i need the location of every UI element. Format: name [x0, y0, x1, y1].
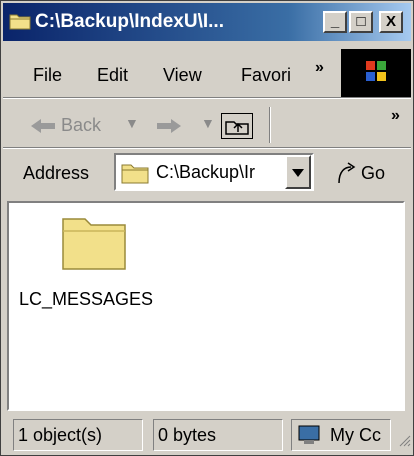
address-input[interactable]: C:\Backup\Ir — [114, 153, 314, 191]
resize-grip-icon[interactable] — [397, 433, 411, 447]
address-label: Address — [23, 163, 90, 183]
go-arrow-icon — [338, 162, 356, 184]
address-value: C:\Backup\Ir — [156, 162, 256, 182]
go-label: Go — [361, 163, 386, 183]
up-folder-icon — [225, 121, 249, 135]
address-dropdown-button[interactable] — [285, 155, 311, 189]
up-folder-button[interactable] — [221, 113, 253, 139]
window-title: C:\Backup\IndexU\I... — [35, 11, 224, 32]
menu-separator — [3, 97, 411, 99]
menu-file[interactable]: File — [33, 65, 62, 86]
my-computer-icon — [298, 425, 320, 444]
status-zone-label: My Cc — [330, 425, 381, 445]
menu-favorites[interactable]: Favori — [241, 65, 291, 86]
forward-dropdown-icon[interactable]: ▼ — [201, 115, 215, 131]
close-button[interactable]: X — [379, 11, 403, 33]
status-zone: My Cc — [291, 419, 391, 451]
menu-bar: File Edit View Favori » — [3, 43, 343, 89]
toolbar-divider — [269, 107, 271, 143]
status-bar: 1 object(s) 0 bytes My Cc — [3, 413, 411, 455]
file-list-pane[interactable]: LC_MESSAGES — [7, 201, 405, 411]
toolbar-separator — [3, 147, 411, 149]
back-dropdown-icon[interactable]: ▼ — [125, 115, 139, 131]
folder-item-lc-messages[interactable]: LC_MESSAGES — [19, 211, 179, 321]
windows-logo-icon — [341, 49, 411, 99]
menu-edit[interactable]: Edit — [97, 65, 128, 86]
forward-arrow-icon[interactable] — [157, 117, 183, 135]
folder-name: LC_MESSAGES — [19, 289, 154, 309]
status-object-count: 1 object(s) — [13, 419, 143, 451]
status-size: 0 bytes — [153, 419, 283, 451]
explorer-window: C:\Backup\IndexU\I... _ □ X File Edit Vi… — [0, 0, 414, 456]
toolbar-overflow-chevron-icon[interactable]: » — [391, 107, 400, 125]
menu-view[interactable]: View — [163, 65, 202, 86]
chevron-down-icon — [292, 169, 304, 177]
folder-icon — [121, 164, 149, 184]
folder-icon — [9, 14, 31, 30]
maximize-button[interactable]: □ — [349, 11, 373, 33]
back-button[interactable]: Back — [61, 115, 101, 136]
title-bar[interactable]: C:\Backup\IndexU\I... _ □ X — [3, 3, 411, 41]
menu-overflow-chevron-icon[interactable]: » — [315, 59, 324, 77]
back-arrow-icon — [31, 119, 55, 133]
minimize-button[interactable]: _ — [323, 11, 347, 33]
folder-icon — [62, 218, 126, 270]
